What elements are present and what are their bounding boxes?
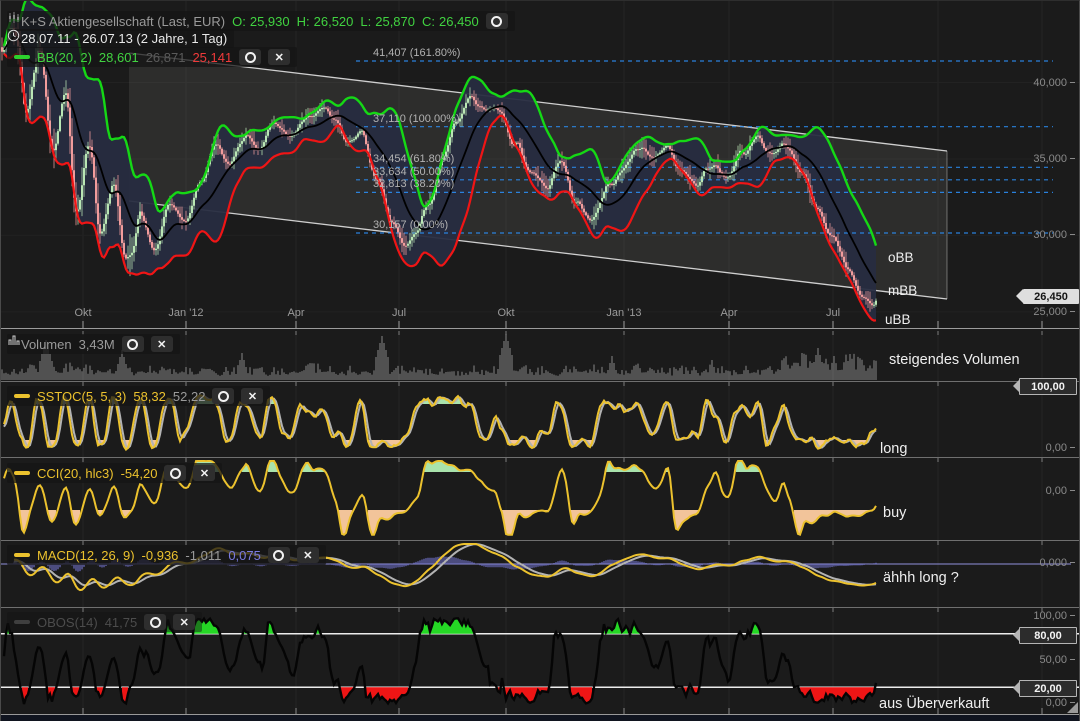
sstoc-title: SSTOC(5, 5, 3) xyxy=(37,388,127,404)
ohlc-close: C: 26,450 xyxy=(422,13,479,29)
chart-settings-button[interactable] xyxy=(485,13,508,29)
volume-panel: Volumen 3,43M steigendes Volumen xyxy=(1,331,1079,381)
window-resize-handle[interactable] xyxy=(1067,702,1078,713)
indicator-settings-button[interactable] xyxy=(144,614,167,630)
sstoc-upper-tag: 100,00 xyxy=(1013,378,1077,395)
time-axis-label: Apr xyxy=(287,307,305,319)
indicator-close-button[interactable] xyxy=(193,465,216,481)
indicator-settings-button[interactable] xyxy=(267,547,290,563)
date-range-header: 28.07.11 - 26.07.13 (2 Jahre, 1 Tag) xyxy=(7,29,235,48)
indicator-close-button[interactable] xyxy=(296,547,319,563)
cci-value: -54,20 xyxy=(120,465,158,481)
bb-mid-value: 26,871 xyxy=(145,49,186,65)
sstoc-legend-dash-icon xyxy=(14,394,30,398)
macd-signal-value: -1,011 xyxy=(185,547,222,563)
panel-resize-divider[interactable] xyxy=(1,607,1079,608)
obos-lower-tag: 20,00 xyxy=(1013,680,1077,697)
price-axis-label: 25,000 xyxy=(1033,306,1075,318)
sstoc-d-value: 52,22 xyxy=(172,388,206,404)
bollinger-header: BB(20, 2) 28,601 26,871 25,141 xyxy=(7,47,298,67)
macd-legend-dash-icon xyxy=(14,553,30,557)
annotation-sstoc[interactable]: long xyxy=(880,441,907,457)
main-price-panel: K+S Aktiengesellschaft (Last, EUR) O: 25,… xyxy=(1,1,1079,331)
bb-title: BB(20, 2) xyxy=(37,49,92,65)
time-axis-label: Jan '13 xyxy=(606,307,642,319)
cci-axis-zero: 0,00 xyxy=(1046,485,1075,497)
annotation-macd[interactable]: ähhh long ? xyxy=(883,570,959,586)
panel-resize-divider[interactable] xyxy=(1,540,1079,541)
indicator-close-button[interactable] xyxy=(150,336,173,352)
cci-title: CCI(20, hlc3) xyxy=(37,465,114,481)
bb-legend-dash-icon xyxy=(14,55,30,59)
fib-level-label: 37,110 (100.00%) xyxy=(373,113,460,125)
time-axis-label: Jul xyxy=(391,307,407,319)
date-range: 28.07.11 - 26.07.13 (2 Jahre, 1 Tag) xyxy=(21,31,228,46)
ohlc-high: H: 26,520 xyxy=(296,13,354,29)
bb-upper-value: 28,601 xyxy=(98,49,139,65)
sstoc-panel: SSTOC(5, 5, 3) 58,32 52,22 long 0,00 xyxy=(1,382,1079,457)
cci-legend-dash-icon xyxy=(14,471,30,475)
volume-title: Volumen xyxy=(21,336,72,352)
charting-application: K+S Aktiengesellschaft (Last, EUR) O: 25,… xyxy=(0,0,1080,721)
obos-title: OBOS(14) xyxy=(37,614,98,630)
price-axis-label: 30,000 xyxy=(1033,229,1075,241)
indicator-settings-button[interactable] xyxy=(212,388,235,404)
bb-lower-value: 25,141 xyxy=(192,49,233,65)
cci-panel: CCI(20, hlc3) -54,20 buy 0,00 xyxy=(1,458,1079,540)
macd-header: MACD(12, 26, 9) -0,936 -1,011 0,075 xyxy=(7,545,326,565)
price-axis-label: 40,000 xyxy=(1033,77,1075,89)
macd-title: MACD(12, 26, 9) xyxy=(37,547,135,563)
annotation-obos[interactable]: aus Überverkauft xyxy=(879,696,989,712)
panel-resize-divider[interactable] xyxy=(1,457,1079,458)
obos-panel: OBOS(14) 41,75 aus Überverkauft 100,00 5… xyxy=(1,608,1079,714)
macd-value: -0,936 xyxy=(141,547,179,563)
sstoc-header: SSTOC(5, 5, 3) 58,32 52,22 xyxy=(7,386,271,406)
obos-axis-100: 100,00 xyxy=(1033,610,1075,622)
band-label-ubb: uBB xyxy=(885,312,911,327)
obos-header: OBOS(14) 41,75 xyxy=(7,612,203,632)
indicator-settings-button[interactable] xyxy=(164,465,187,481)
fib-level-label: 30,157 (0.00%) xyxy=(373,219,449,231)
instrument-title: K+S Aktiengesellschaft (Last, EUR) xyxy=(21,13,226,29)
instrument-header: K+S Aktiengesellschaft (Last, EUR) O: 25,… xyxy=(7,11,515,31)
ohlc-low: L: 25,870 xyxy=(360,13,415,29)
fib-level-label: 34,454 (61.80%) xyxy=(373,153,455,165)
price-axis-label: 35,000 xyxy=(1033,153,1075,165)
obos-value: 41,75 xyxy=(104,614,138,630)
volume-value: 3,43M xyxy=(78,336,115,352)
obos-legend-dash-icon xyxy=(14,620,30,624)
time-axis-label: Jul xyxy=(825,307,841,319)
indicator-close-button[interactable] xyxy=(268,49,291,65)
time-axis-label: Okt xyxy=(74,307,92,319)
annotation-volume[interactable]: steigendes Volumen xyxy=(889,352,1020,368)
window-bottom-strip xyxy=(1,715,1079,721)
cci-header: CCI(20, hlc3) -54,20 xyxy=(7,463,223,483)
time-axis-label: Jan '12 xyxy=(168,307,204,319)
fib-level-label: 41,407 (161.80%) xyxy=(373,47,461,59)
macd-panel: MACD(12, 26, 9) -0,936 -1,011 0,075 ähhh… xyxy=(1,541,1079,607)
band-label-mbb: mBB xyxy=(888,283,918,298)
time-axis-label: Apr xyxy=(720,307,738,319)
macd-axis-zero: 0,000 xyxy=(1039,557,1075,569)
indicator-settings-button[interactable] xyxy=(239,49,262,65)
fib-level-label: 32,813 (38.20%) xyxy=(373,178,455,190)
indicator-settings-button[interactable] xyxy=(121,336,144,352)
sstoc-k-value: 58,32 xyxy=(133,388,166,404)
fib-level-label: 33,634 (50.00%) xyxy=(373,166,455,178)
band-label-obb: oBB xyxy=(888,250,914,265)
macd-hist-value: 0,075 xyxy=(228,547,261,563)
sstoc-axis-zero: 0,00 xyxy=(1046,442,1075,454)
panel-resize-divider[interactable] xyxy=(1,381,1079,382)
obos-axis-50: 50,00 xyxy=(1039,654,1075,666)
indicator-close-button[interactable] xyxy=(241,388,264,404)
volume-header: Volumen 3,43M xyxy=(7,334,180,354)
last-price-tag: 26,450 xyxy=(1016,289,1079,304)
annotation-cci[interactable]: buy xyxy=(883,505,906,521)
ohlc-open: O: 25,930 xyxy=(232,13,290,29)
obos-upper-tag: 80,00 xyxy=(1013,627,1077,644)
time-axis-label: Okt xyxy=(497,307,515,319)
indicator-close-button[interactable] xyxy=(173,614,196,630)
